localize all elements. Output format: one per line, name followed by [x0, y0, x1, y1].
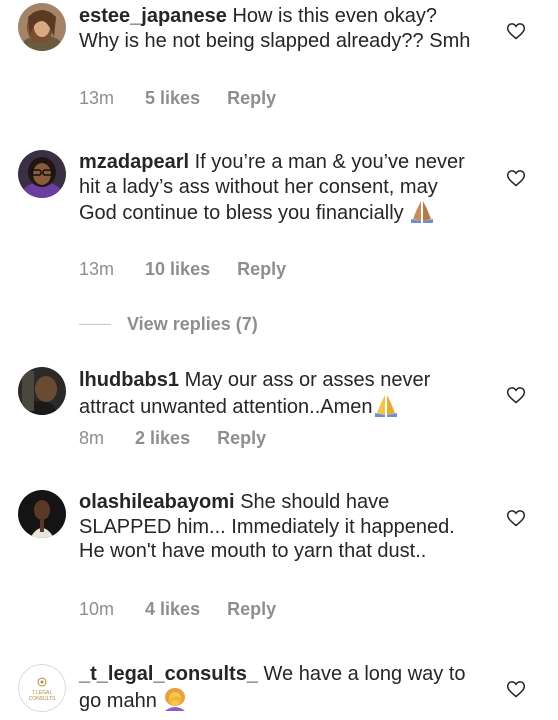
avatar[interactable] [18, 3, 66, 51]
comment-text: olashileabayomi She should have SLAPPED … [79, 490, 479, 564]
comment-text: lhudbabs1 May our ass or asses never att… [79, 368, 479, 423]
reply-button[interactable]: Reply [227, 599, 276, 619]
heart-icon[interactable] [506, 508, 526, 528]
comment-text: _t_legal_consults_ We have a long way to… [79, 662, 479, 717]
view-replies-label[interactable]: View replies (7) [127, 314, 258, 335]
praying-hands-emoji [409, 199, 435, 230]
comment-username[interactable]: lhudbabs1 [79, 369, 179, 391]
comment-meta: 8m 2 likes Reply [79, 428, 266, 449]
comment-username[interactable]: mzadapearl [79, 151, 189, 173]
heart-icon[interactable] [506, 385, 526, 405]
comment-meta: 13m 5 likes Reply [79, 88, 276, 109]
view-replies-button[interactable]: View replies (7) [79, 312, 258, 336]
heart-icon[interactable] [506, 679, 526, 699]
avatar[interactable] [18, 367, 66, 415]
avatar[interactable] [18, 490, 66, 538]
avatar[interactable] [18, 150, 66, 198]
view-replies-line [79, 323, 111, 325]
reply-button[interactable]: Reply [227, 88, 276, 108]
woman-facepalming-emoji [162, 687, 188, 718]
comment-username[interactable]: estee_japanese [79, 5, 227, 27]
avatar[interactable]: T LEGAL CONSULTS [18, 664, 66, 712]
comment-text: estee_japanese How is this even okay? Wh… [79, 4, 479, 53]
comment-likes[interactable]: 5 likes [145, 88, 200, 108]
comment-username[interactable]: _t_legal_consults_ [79, 663, 258, 685]
heart-icon[interactable] [506, 21, 526, 41]
comment-username[interactable]: olashileabayomi [79, 491, 235, 513]
svg-text:CONSULTS: CONSULTS [29, 696, 57, 702]
comment-time: 8m [79, 428, 105, 448]
praying-hands-emoji [373, 393, 399, 424]
comment-time: 10m [79, 599, 115, 619]
comment-time: 13m [79, 259, 115, 279]
comment-likes[interactable]: 4 likes [145, 599, 200, 619]
comment-meta: 13m 10 likes Reply [79, 259, 286, 280]
comment-time: 13m [79, 88, 115, 108]
comment-meta: 10m 4 likes Reply [79, 599, 276, 620]
comment-likes[interactable]: 2 likes [135, 428, 190, 448]
reply-button[interactable]: Reply [217, 428, 266, 448]
comment-likes[interactable]: 10 likes [145, 259, 210, 279]
heart-icon[interactable] [506, 168, 526, 188]
reply-button[interactable]: Reply [237, 259, 286, 279]
comment-text: mzadapearl If you’re a man & you’ve neve… [79, 150, 479, 230]
